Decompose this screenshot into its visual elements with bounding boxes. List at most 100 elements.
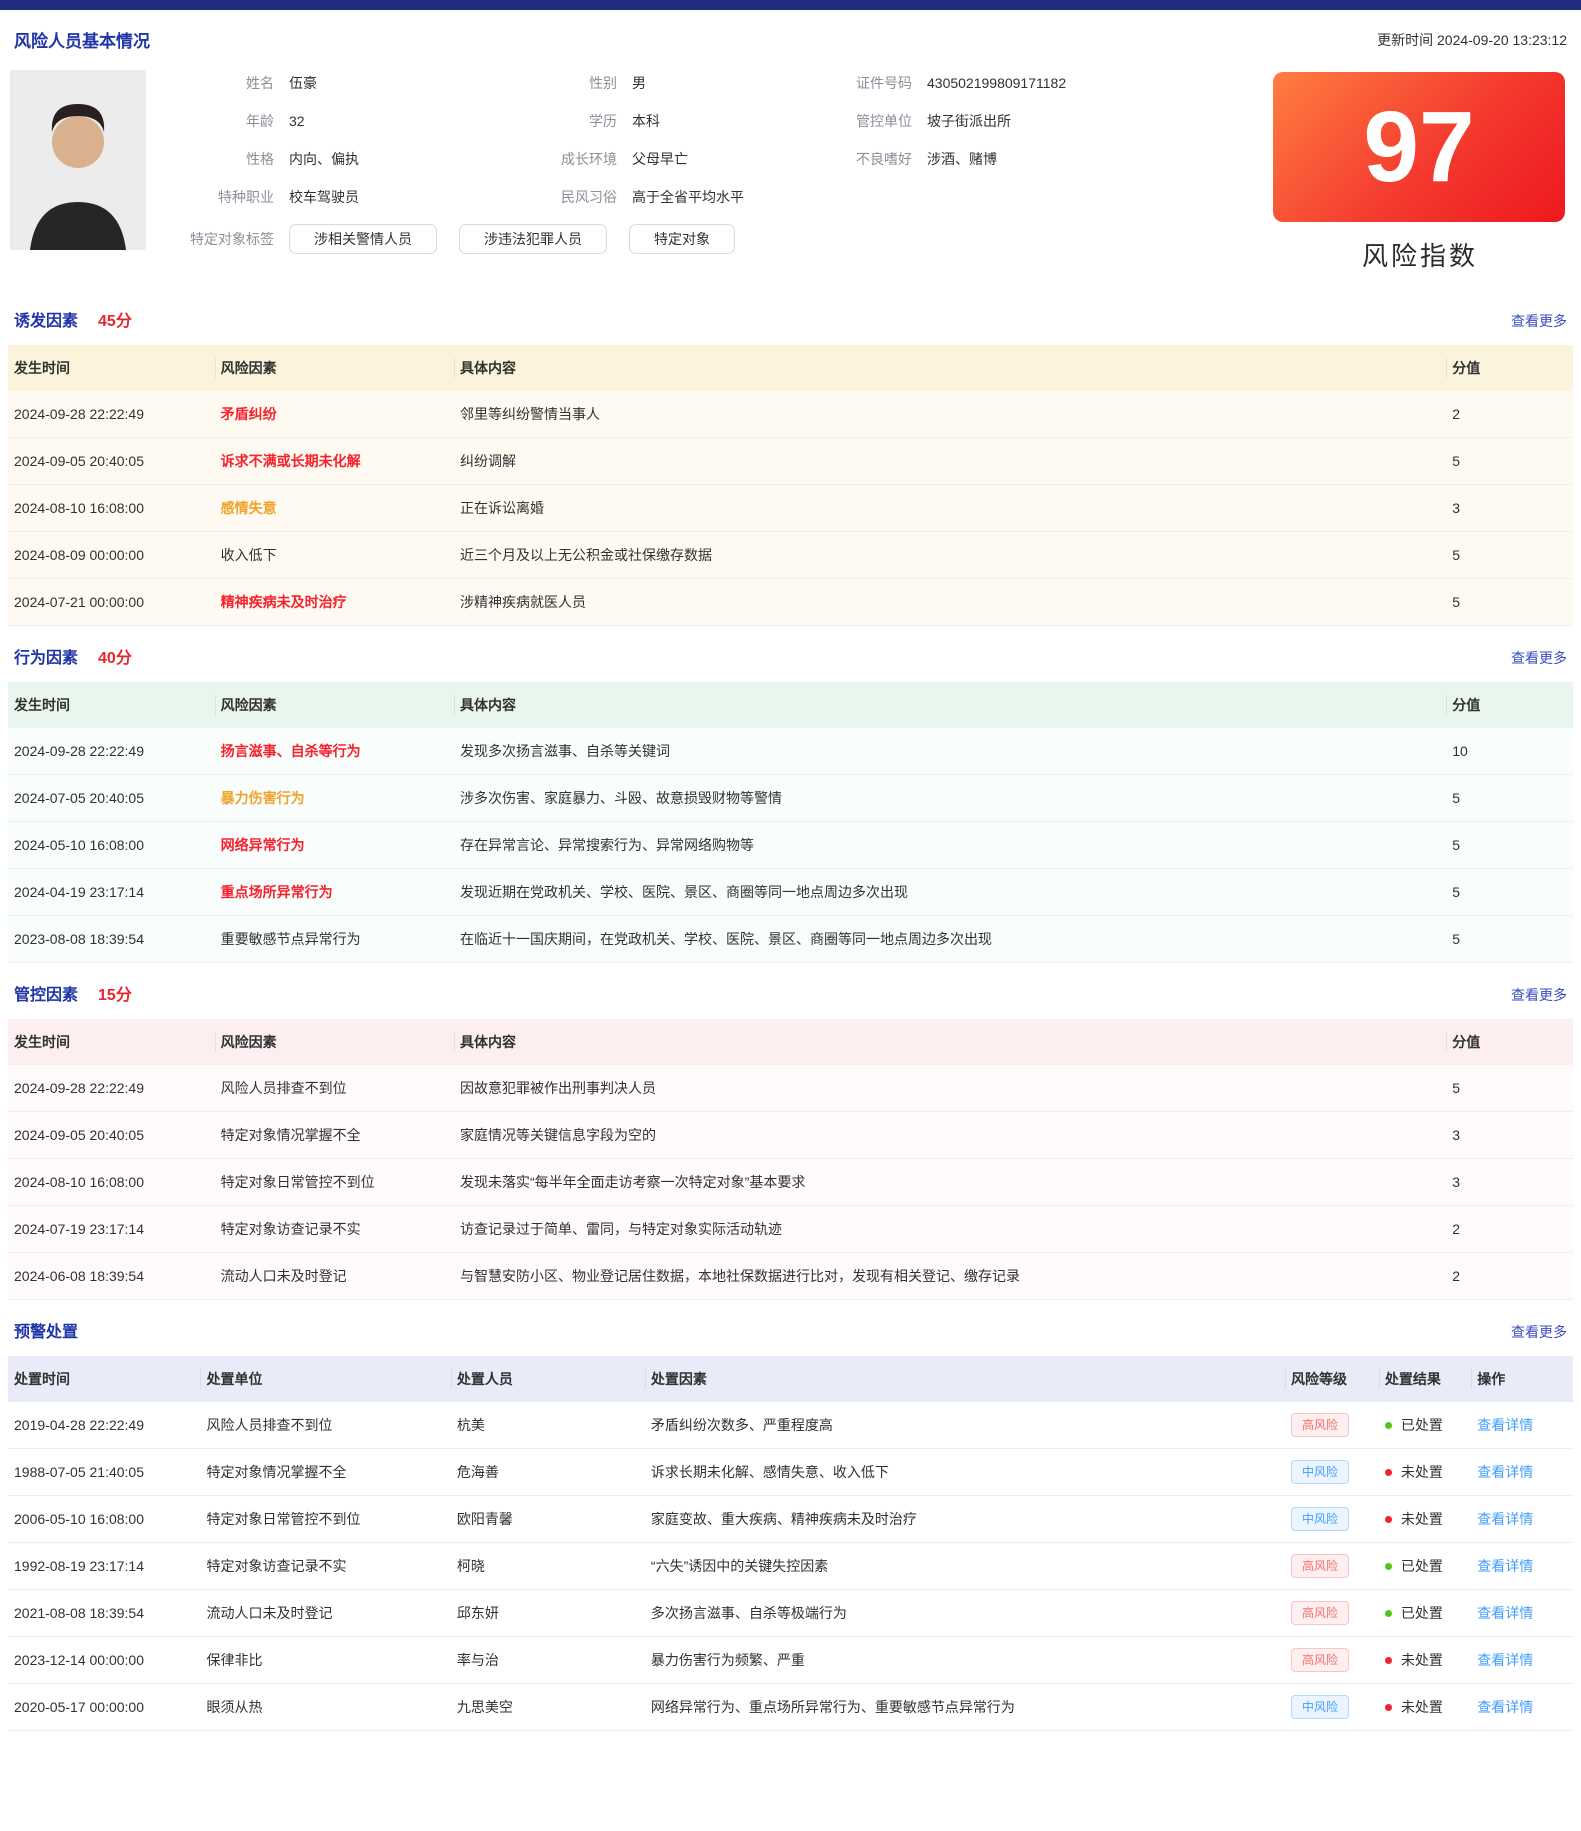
factor-label: 收入低下 — [221, 547, 277, 563]
factor-label: 网络异常行为 — [221, 837, 305, 853]
result-status-dot — [1385, 1422, 1392, 1429]
cell-disposal-result: 已处置 — [1379, 1590, 1471, 1637]
cell-content: 与智慧安防小区、物业登记居住数据，本地社保数据进行比对，发现有相关登记、缴存记录 — [454, 1253, 1446, 1300]
cell-factor: 流动人口未及时登记 — [215, 1253, 454, 1300]
cell-risk-level: 中风险 — [1285, 1496, 1379, 1543]
section-title: 诱发因素 — [14, 307, 78, 331]
cell-disposal-result: 已处置 — [1379, 1402, 1471, 1449]
page-title: 风险人员基本情况 — [14, 27, 150, 52]
risk-score-panel: 97 风险指数 — [1273, 70, 1573, 273]
cell-disposal-time: 1988-07-05 21:40:05 — [8, 1449, 200, 1496]
cell-score: 5 — [1446, 579, 1573, 626]
cell-disposal-unit: 特定对象日常管控不到位 — [200, 1496, 450, 1543]
cell-content: 发现未落实“每半年全面走访考察一次特定对象”基本要求 — [454, 1159, 1446, 1206]
table-row: 2024-08-09 00:00:00 收入低下 近三个月及以上无公积金或社保缴… — [8, 532, 1573, 579]
col-header-content: 具体内容 — [454, 1019, 1446, 1065]
col-header-action: 操作 — [1471, 1356, 1573, 1402]
risk-level-badge: 高风险 — [1291, 1601, 1349, 1625]
growth-env-label: 成长环境 — [497, 148, 617, 170]
cell-time: 2024-09-05 20:40:05 — [8, 1112, 215, 1159]
view-more-link[interactable]: 查看更多 — [1511, 311, 1567, 331]
col-header-content: 具体内容 — [454, 682, 1446, 728]
view-detail-link[interactable]: 查看详情 — [1477, 1699, 1533, 1715]
cell-disposal-person: 九思美空 — [451, 1684, 645, 1731]
section-behavior-factors: 行为因素 40分 查看更多 发生时间 风险因素 具体内容 分值 2024-09-… — [8, 626, 1573, 963]
cell-disposal-person: 杭美 — [451, 1402, 645, 1449]
section-title: 行为因素 — [14, 644, 78, 668]
section-header: 诱发因素 45分 查看更多 — [8, 289, 1573, 345]
cell-disposal-result: 未处置 — [1379, 1496, 1471, 1543]
cell-score: 5 — [1446, 869, 1573, 916]
factor-label: 暴力伤害行为 — [221, 790, 305, 806]
character-label: 性格 — [162, 148, 274, 170]
view-more-link[interactable]: 查看更多 — [1511, 648, 1567, 668]
col-header-factor: 风险因素 — [215, 1019, 454, 1065]
top-nav-bar — [0, 0, 1581, 10]
col-header-disposal-time: 处置时间 — [8, 1356, 200, 1402]
result-label: 未处置 — [1401, 1464, 1443, 1480]
result-status-dot — [1385, 1610, 1392, 1617]
trigger-factors-table: 发生时间 风险因素 具体内容 分值 2024-09-28 22:22:49 矛盾… — [8, 345, 1573, 626]
section-trigger-factors: 诱发因素 45分 查看更多 发生时间 风险因素 具体内容 分值 2024-09-… — [8, 289, 1573, 626]
cell-disposal-factor: 矛盾纠纷次数多、严重程度高 — [645, 1402, 1285, 1449]
cell-risk-level: 高风险 — [1285, 1590, 1379, 1637]
col-header-time: 发生时间 — [8, 345, 215, 391]
cell-disposal-person: 欧阳青馨 — [451, 1496, 645, 1543]
table-row: 2021-08-08 18:39:54 流动人口未及时登记 邱东妍 多次扬言滋事… — [8, 1590, 1573, 1637]
result-label: 已处置 — [1401, 1417, 1443, 1433]
control-unit-value: 坡子街派出所 — [927, 110, 1011, 132]
cell-factor: 网络异常行为 — [215, 822, 454, 869]
cell-time: 2024-09-28 22:22:49 — [8, 1065, 215, 1112]
cell-content: 发现近期在党政机关、学校、医院、景区、商圈等同一地点周边多次出现 — [454, 869, 1446, 916]
cell-score: 10 — [1446, 728, 1573, 775]
factor-label: 矛盾纠纷 — [221, 406, 277, 422]
view-detail-link[interactable]: 查看详情 — [1477, 1464, 1533, 1480]
risk-level-badge: 高风险 — [1291, 1413, 1349, 1437]
page-header: 风险人员基本情况 更新时间 2024-09-20 13:23:12 — [8, 10, 1573, 64]
cell-factor: 精神疾病未及时治疗 — [215, 579, 454, 626]
view-detail-link[interactable]: 查看详情 — [1477, 1417, 1533, 1433]
cell-content: 近三个月及以上无公积金或社保缴存数据 — [454, 532, 1446, 579]
cell-score: 5 — [1446, 1065, 1573, 1112]
col-header-content: 具体内容 — [454, 345, 1446, 391]
section-alert-disposal: 预警处置 查看更多 处置时间 处置单位 处置人员 处置因素 风险等级 处置结果 … — [8, 1300, 1573, 1731]
cell-disposal-unit: 流动人口未及时登记 — [200, 1590, 450, 1637]
view-detail-link[interactable]: 查看详情 — [1477, 1652, 1533, 1668]
risk-level-badge: 高风险 — [1291, 1554, 1349, 1578]
cell-disposal-time: 1992-08-19 23:17:14 — [8, 1543, 200, 1590]
cell-factor: 暴力伤害行为 — [215, 775, 454, 822]
result-status-dot — [1385, 1469, 1392, 1476]
risk-level-badge: 中风险 — [1291, 1507, 1349, 1531]
table-row: 2024-07-21 00:00:00 精神疾病未及时治疗 涉精神疾病就医人员 … — [8, 579, 1573, 626]
special-job-value: 校车驾驶员 — [289, 186, 359, 208]
view-detail-link[interactable]: 查看详情 — [1477, 1605, 1533, 1621]
cell-disposal-person: 率与治 — [451, 1637, 645, 1684]
table-row: 2024-04-19 23:17:14 重点场所异常行为 发现近期在党政机关、学… — [8, 869, 1573, 916]
cell-action: 查看详情 — [1471, 1449, 1573, 1496]
cell-time: 2024-06-08 18:39:54 — [8, 1253, 215, 1300]
cell-factor: 感情失意 — [215, 485, 454, 532]
table-row: 2024-09-05 20:40:05 诉求不满或长期未化解 纠纷调解 5 — [8, 438, 1573, 485]
cell-content: 存在异常言论、异常搜索行为、异常网络购物等 — [454, 822, 1446, 869]
special-job-label: 特种职业 — [162, 186, 274, 208]
section-title: 管控因素 — [14, 981, 78, 1005]
cell-content: 纠纷调解 — [454, 438, 1446, 485]
view-detail-link[interactable]: 查看详情 — [1477, 1558, 1533, 1574]
col-header-disposal-factor: 处置因素 — [645, 1356, 1285, 1402]
view-more-link[interactable]: 查看更多 — [1511, 985, 1567, 1005]
view-more-link[interactable]: 查看更多 — [1511, 1322, 1567, 1342]
cell-risk-level: 中风险 — [1285, 1684, 1379, 1731]
cell-time: 2024-07-05 20:40:05 — [8, 775, 215, 822]
factor-label: 扬言滋事、自杀等行为 — [221, 743, 361, 759]
cell-factor: 收入低下 — [215, 532, 454, 579]
cell-risk-level: 高风险 — [1285, 1637, 1379, 1684]
cell-time: 2024-04-19 23:17:14 — [8, 869, 215, 916]
cell-time: 2024-09-28 22:22:49 — [8, 391, 215, 438]
cell-disposal-factor: 暴力伤害行为频繁、严重 — [645, 1637, 1285, 1684]
cell-time: 2024-07-19 23:17:14 — [8, 1206, 215, 1253]
view-detail-link[interactable]: 查看详情 — [1477, 1511, 1533, 1527]
col-header-disposal-result: 处置结果 — [1379, 1356, 1471, 1402]
cell-content: 涉精神疾病就医人员 — [454, 579, 1446, 626]
col-header-time: 发生时间 — [8, 1019, 215, 1065]
cell-action: 查看详情 — [1471, 1684, 1573, 1731]
